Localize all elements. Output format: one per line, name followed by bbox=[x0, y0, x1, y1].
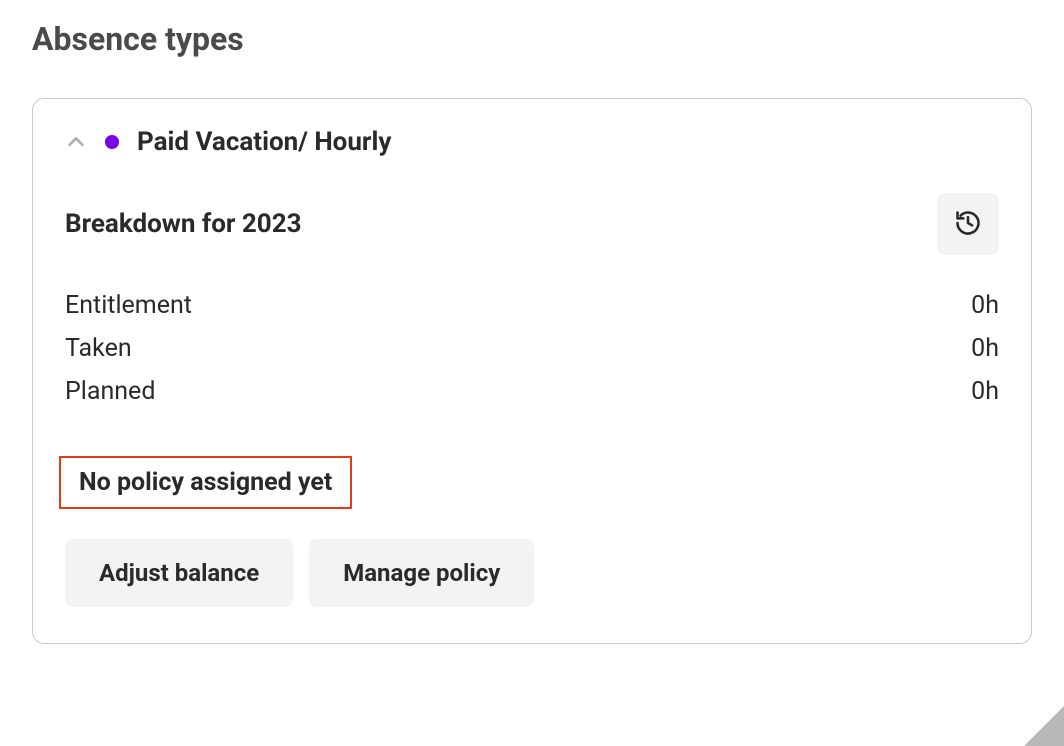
history-button[interactable] bbox=[937, 193, 999, 255]
stat-value: 0h bbox=[971, 377, 999, 406]
manage-policy-button[interactable]: Manage policy bbox=[309, 539, 534, 607]
absence-type-card: Paid Vacation/ Hourly Breakdown for 2023… bbox=[32, 98, 1032, 644]
stat-value: 0h bbox=[971, 334, 999, 363]
resize-handle-icon[interactable] bbox=[1024, 706, 1064, 746]
stat-value: 0h bbox=[971, 291, 999, 320]
stat-row-taken: Taken 0h bbox=[65, 334, 999, 363]
history-icon bbox=[954, 209, 982, 240]
stat-label: Entitlement bbox=[65, 291, 192, 320]
stat-row-entitlement: Entitlement 0h bbox=[65, 291, 999, 320]
policy-status-text: No policy assigned yet bbox=[79, 468, 332, 497]
button-row: Adjust balance Manage policy bbox=[65, 539, 999, 607]
chevron-up-icon[interactable] bbox=[65, 131, 87, 153]
adjust-balance-button[interactable]: Adjust balance bbox=[65, 539, 293, 607]
card-header: Paid Vacation/ Hourly bbox=[65, 127, 999, 157]
breakdown-header: Breakdown for 2023 bbox=[65, 193, 999, 255]
page-title: Absence types bbox=[32, 20, 1064, 58]
stat-row-planned: Planned 0h bbox=[65, 377, 999, 406]
breakdown-title: Breakdown for 2023 bbox=[65, 209, 302, 239]
absence-type-name: Paid Vacation/ Hourly bbox=[137, 127, 391, 157]
stat-label: Taken bbox=[65, 334, 132, 363]
stat-label: Planned bbox=[65, 377, 155, 406]
policy-status-box: No policy assigned yet bbox=[59, 456, 352, 509]
color-dot-icon bbox=[105, 135, 119, 149]
